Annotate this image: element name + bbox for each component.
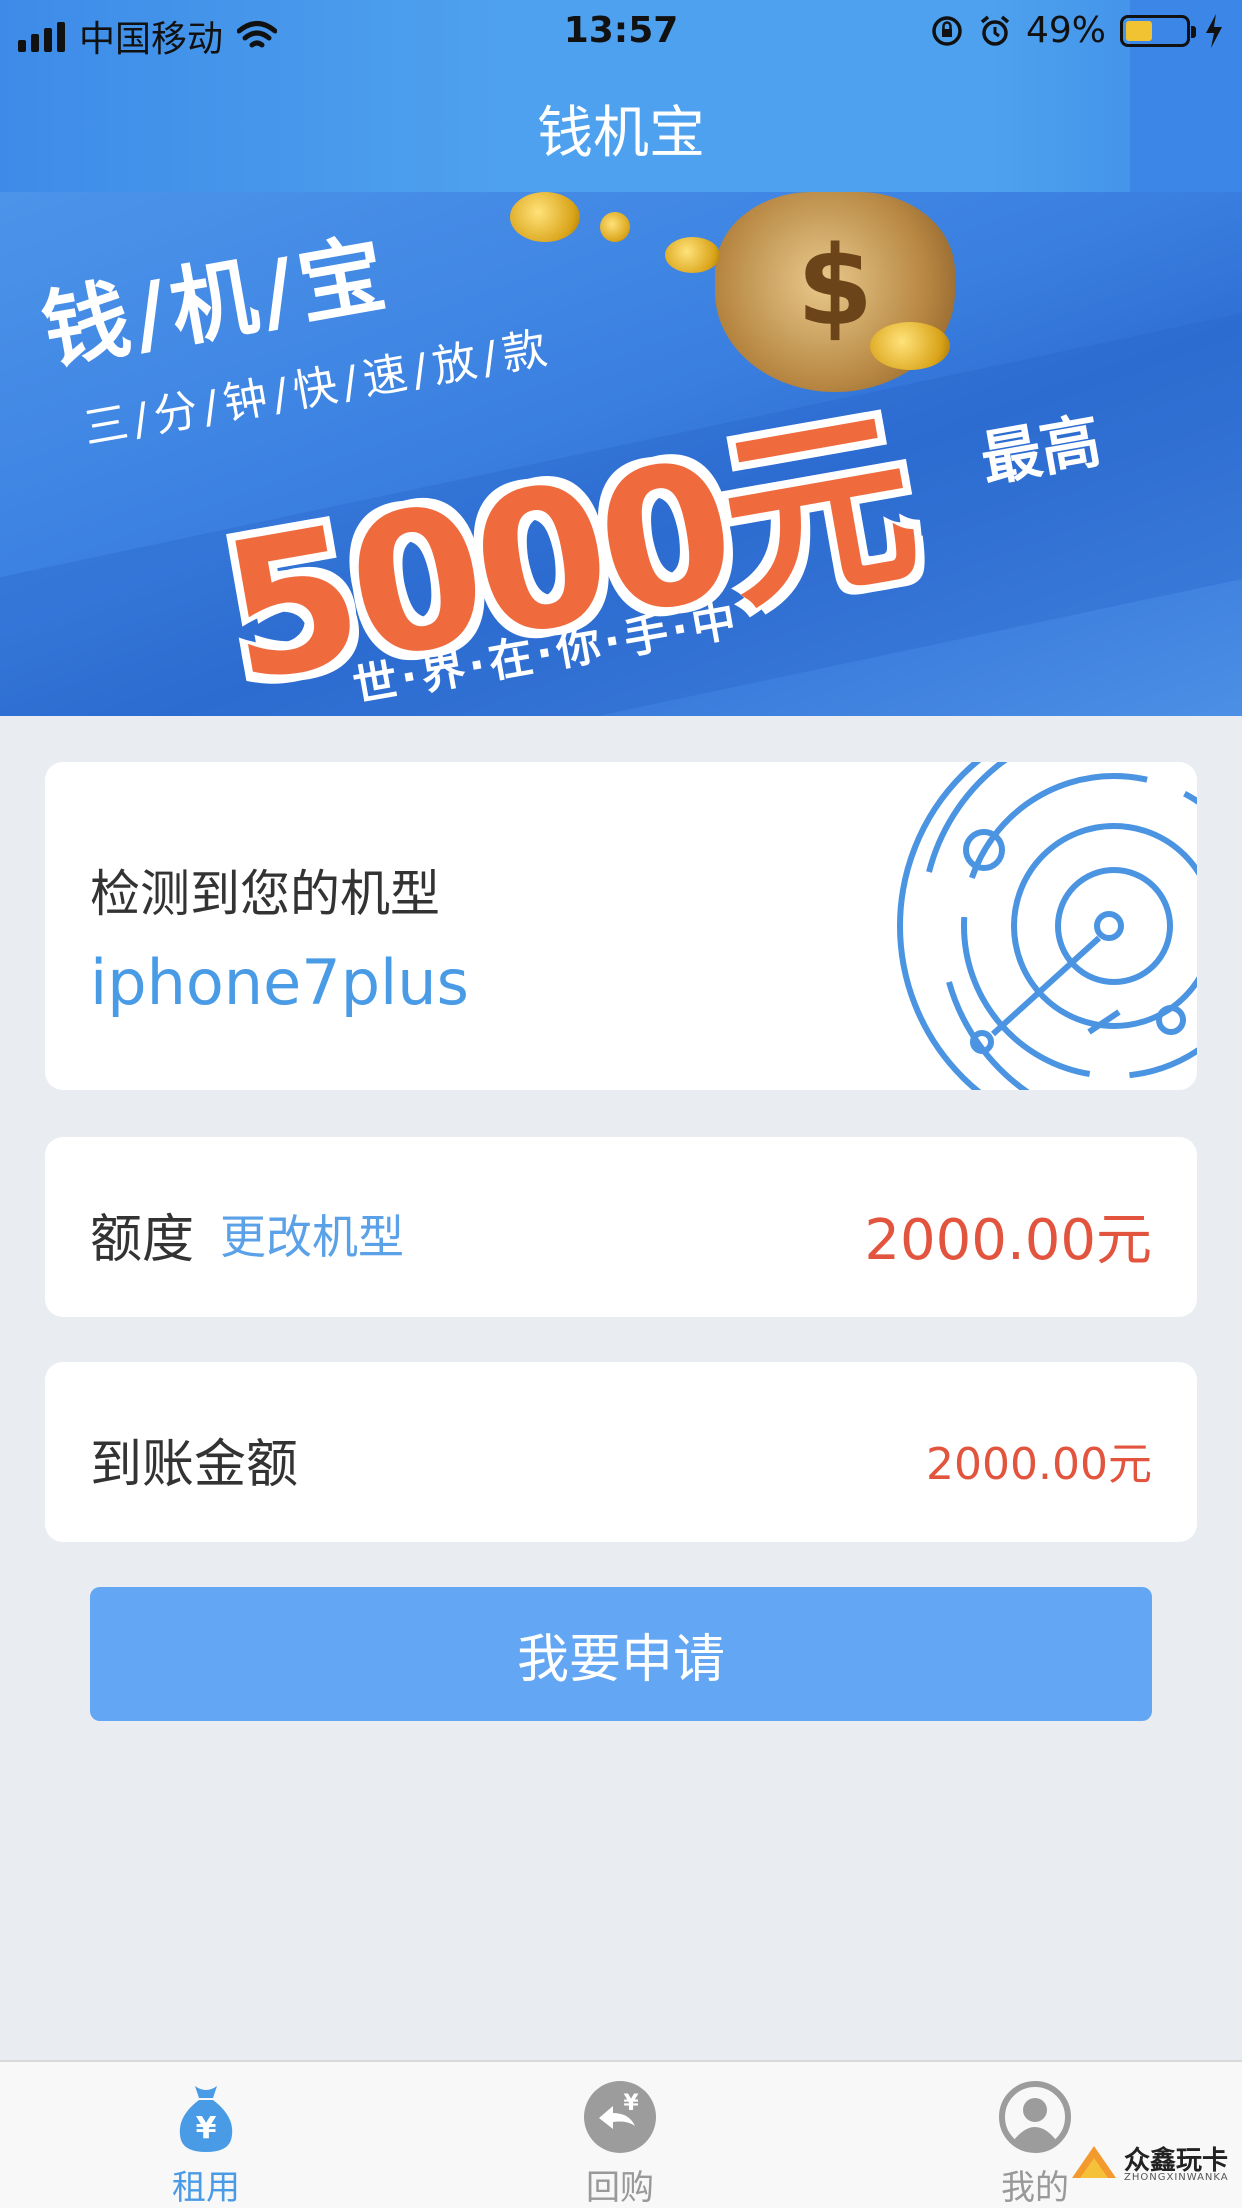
- watermark-subtext: ZHONGXINWANKA: [1124, 2172, 1229, 2183]
- radar-icon: [897, 762, 1197, 1090]
- user-icon: [999, 2081, 1071, 2153]
- top-bar: 中国移动 13:57 49% 钱机宝: [0, 0, 1242, 192]
- buyback-icon: ¥: [584, 2081, 656, 2153]
- svg-text:¥: ¥: [196, 2111, 217, 2146]
- coin-image: [600, 212, 630, 242]
- tab-rent[interactable]: ¥ 租用: [106, 2080, 306, 2208]
- change-model-link[interactable]: 更改机型: [220, 1201, 404, 1267]
- money-bag-icon: ¥: [179, 2086, 233, 2152]
- apply-button[interactable]: 我要申请: [90, 1587, 1152, 1721]
- tab-rent-label: 租用: [172, 2168, 240, 2208]
- quota-card: 额度 更改机型 2000.00元: [45, 1137, 1197, 1317]
- battery-percent: 49%: [1025, 10, 1106, 51]
- page-title: 钱机宝: [537, 101, 705, 166]
- arrival-amount: 2000.00元: [926, 1439, 1152, 1490]
- tab-buyback[interactable]: ¥ 回购: [520, 2080, 720, 2208]
- coin-image: [510, 192, 580, 242]
- battery-icon: [1120, 14, 1196, 47]
- coin-image: [665, 237, 720, 273]
- rotation-lock-icon: [932, 15, 962, 46]
- tab-bar: ¥ 租用 ¥ 回购 我的: [0, 2060, 1242, 2208]
- device-model: iphone7plus: [90, 946, 469, 1019]
- watermark: 众鑫玩卡 ZHONGXINWANKA: [1068, 2138, 1238, 2190]
- watermark-logo-icon: [1072, 2146, 1116, 2178]
- quota-amount: 2000.00元: [864, 1208, 1152, 1273]
- quota-label: 额度: [90, 1210, 195, 1270]
- arrival-label: 到账金额: [90, 1435, 299, 1495]
- promo-banner[interactable]: $ 钱/机/宝 三/分/钟/快/速/放/款 5000元 最高 世·界·在·你·手…: [0, 192, 1242, 716]
- device-card: 检测到您的机型 iphone7plus: [45, 762, 1197, 1090]
- arrival-card: 到账金额 2000.00元: [45, 1362, 1197, 1542]
- tab-buyback-label: 回购: [586, 2168, 654, 2208]
- alarm-icon: [980, 15, 1010, 46]
- svg-text:¥: ¥: [623, 2091, 639, 2116]
- status-bar: 中国移动 13:57 49%: [0, 0, 1242, 64]
- detect-label: 检测到您的机型: [90, 865, 440, 923]
- charging-icon: [1206, 13, 1222, 48]
